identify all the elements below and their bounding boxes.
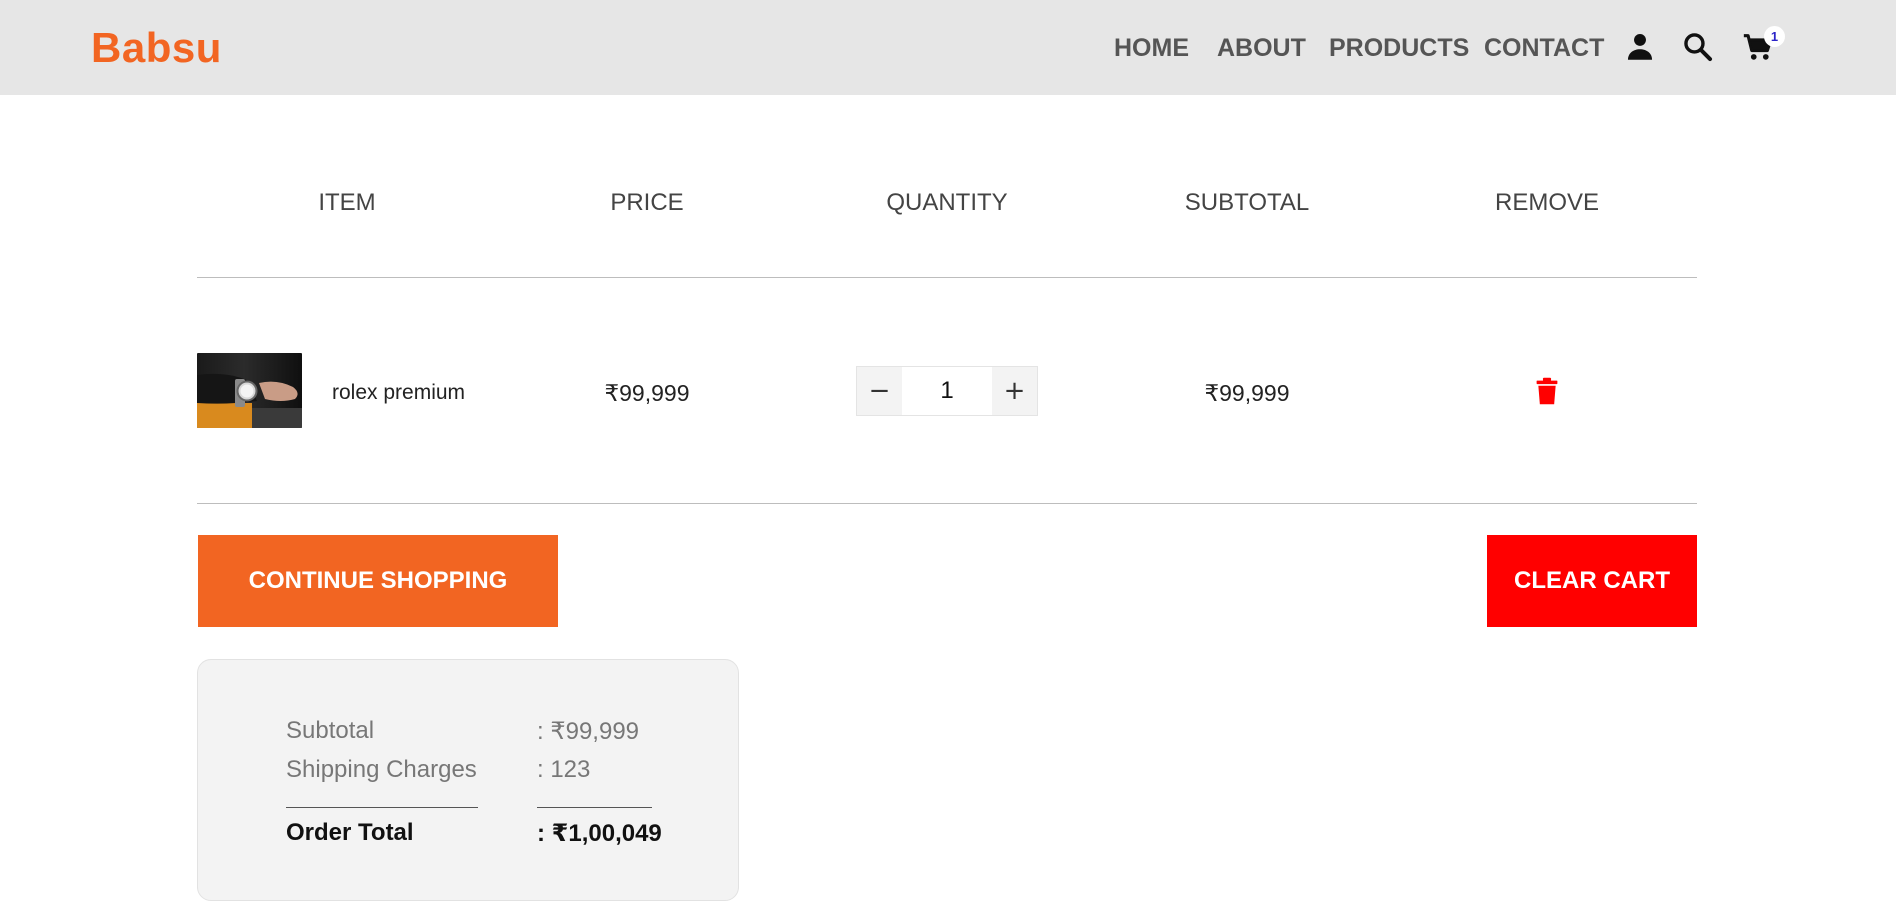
nav-home[interactable]: HOME bbox=[1114, 34, 1189, 63]
cart-count-badge: 1 bbox=[1764, 26, 1785, 47]
product-price: ₹99,999 bbox=[604, 380, 690, 406]
product-name[interactable]: rolex premium bbox=[332, 381, 465, 405]
user-icon[interactable] bbox=[1623, 30, 1657, 64]
summary-shipping-value: : 123 bbox=[537, 756, 591, 783]
header-quantity: QUANTITY bbox=[886, 189, 1008, 216]
nav-products[interactable]: PRODUCTS bbox=[1329, 34, 1469, 63]
header-price: PRICE bbox=[610, 189, 684, 216]
trash-icon[interactable] bbox=[1533, 376, 1561, 406]
top-navbar: Babsu HOME ABOUT PRODUCTS CONTACT 1 bbox=[0, 0, 1896, 95]
nav-about[interactable]: ABOUT bbox=[1217, 34, 1306, 63]
order-total-label: Order Total bbox=[286, 819, 414, 846]
header-remove: REMOVE bbox=[1494, 189, 1599, 216]
header-item: ITEM bbox=[318, 189, 376, 216]
decrease-quantity-button[interactable]: − bbox=[857, 367, 902, 415]
increase-quantity-button[interactable]: + bbox=[992, 367, 1037, 415]
summary-divider-right bbox=[537, 807, 652, 808]
table-divider-bottom bbox=[197, 503, 1697, 504]
quantity-value[interactable]: 1 bbox=[902, 367, 992, 415]
quantity-stepper: − 1 + bbox=[856, 366, 1038, 416]
search-icon[interactable] bbox=[1681, 30, 1715, 64]
summary-shipping-label: Shipping Charges bbox=[286, 756, 477, 783]
nav-contact[interactable]: CONTACT bbox=[1484, 34, 1604, 63]
clear-cart-button[interactable]: CLEAR CART bbox=[1487, 535, 1697, 627]
continue-shopping-button[interactable]: CONTINUE SHOPPING bbox=[198, 535, 558, 627]
summary-subtotal-value: : ₹99,999 bbox=[537, 718, 640, 745]
brand-logo[interactable]: Babsu bbox=[91, 24, 222, 72]
order-summary-card: Subtotal : ₹99,999 Shipping Charges : 12… bbox=[197, 659, 739, 901]
product-subtotal: ₹99,999 bbox=[1204, 380, 1290, 406]
order-total-value: : ₹1,00,049 bbox=[537, 820, 662, 847]
summary-divider-left bbox=[286, 807, 478, 808]
header-subtotal: SUBTOTAL bbox=[1184, 189, 1310, 216]
product-thumbnail bbox=[197, 353, 302, 428]
table-divider-top bbox=[197, 277, 1697, 278]
summary-subtotal-label: Subtotal bbox=[286, 717, 375, 744]
